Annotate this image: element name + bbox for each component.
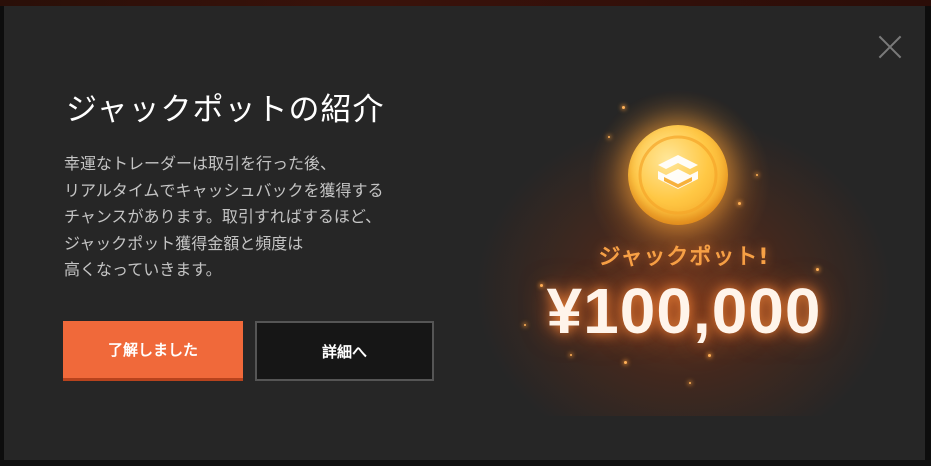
description-line: ジャックポット獲得金額と頻度は (64, 233, 304, 253)
dialog-title: ジャックポットの紹介 (66, 92, 385, 128)
sparkle (608, 136, 610, 138)
sparkle (689, 382, 691, 384)
sparkle (708, 354, 711, 357)
dialog-description: 幸運なトレーダーは取引を行った後、 リアルタイムでキャッシュバックを獲得する チ… (64, 151, 444, 284)
details-button[interactable]: 詳細へ (255, 321, 434, 381)
sparkle (738, 202, 741, 205)
description-line: 高くなっていきます。 (64, 260, 222, 279)
jackpot-amount: ¥100,000 (546, 275, 822, 347)
description-line: チャンスがあります。取引すればするほど、 (64, 207, 382, 226)
sparkle (624, 361, 627, 364)
understood-button[interactable]: 了解しました (63, 321, 243, 381)
description-line: 幸運なトレーダーは取引を行った後、 (64, 154, 337, 173)
jackpot-label: ジャックポット! (598, 245, 770, 270)
sparkle (570, 354, 572, 356)
sparkle (816, 268, 819, 271)
sparkle (622, 106, 625, 109)
sparkle (756, 174, 758, 176)
jackpot-intro-dialog: ジャックポットの紹介 幸運なトレーダーは取引を行った後、 リアルタイムでキャッシ… (4, 6, 925, 460)
background-strip-bottom (0, 460, 931, 466)
jackpot-coin-icon (628, 125, 728, 225)
description-line: リアルタイムでキャッシュバックを獲得する (64, 180, 384, 200)
close-icon[interactable] (877, 34, 903, 60)
